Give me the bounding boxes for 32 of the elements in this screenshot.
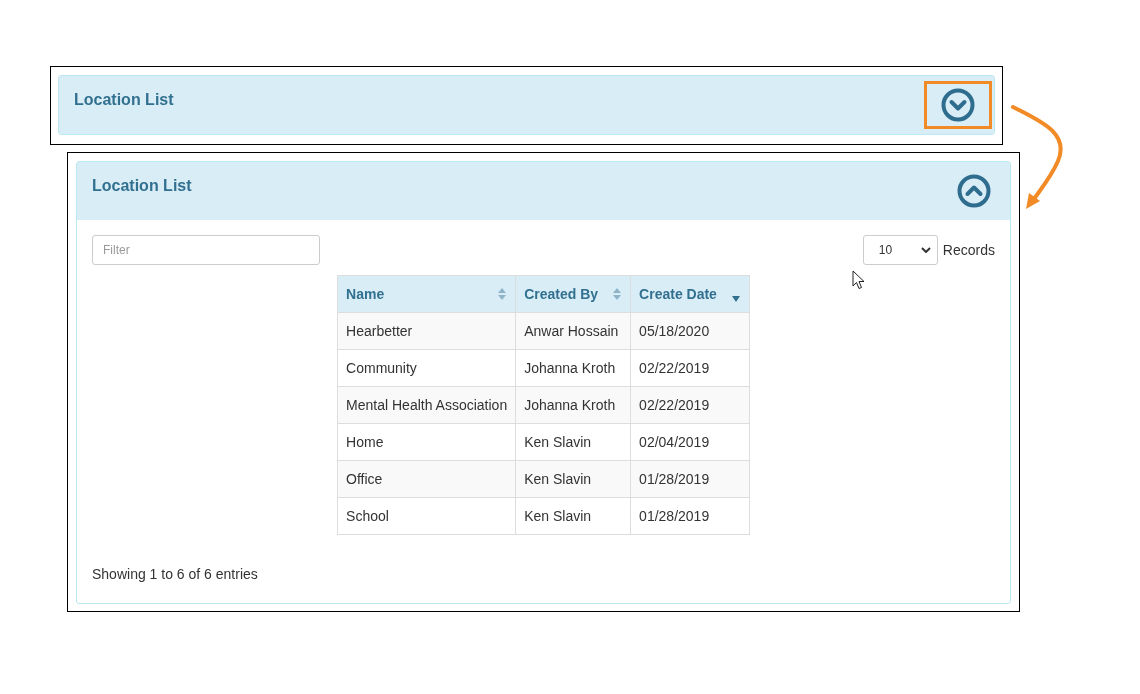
panel-title: Location List: [92, 176, 192, 196]
table-cell: Ken Slavin: [515, 497, 631, 535]
table-cell: Mental Health Association: [337, 386, 516, 424]
table-cell: Community: [337, 349, 516, 387]
table-cell: Anwar Hossain: [515, 312, 631, 350]
column-header[interactable]: Create Date: [630, 275, 750, 313]
page-size-select[interactable]: 10: [862, 235, 938, 265]
table-cell: 05/18/2020: [630, 312, 750, 350]
expand-button[interactable]: [924, 81, 992, 129]
table-cell: Home: [337, 423, 516, 461]
column-header[interactable]: Name: [337, 275, 516, 313]
records-label: Records: [942, 240, 995, 260]
filter-field[interactable]: Filter: [92, 235, 320, 265]
table-cell: Office: [337, 460, 516, 498]
table-cell: Ken Slavin: [515, 423, 631, 461]
table-cell: Johanna Kroth: [515, 349, 631, 387]
table-cell: Ken Slavin: [515, 460, 631, 498]
table-cell: 02/04/2019: [630, 423, 750, 461]
column-header[interactable]: Created By: [515, 275, 631, 313]
table-cell: 02/22/2019: [630, 386, 750, 424]
chevron-down-circle-icon: [941, 88, 975, 122]
table-cell: Johanna Kroth: [515, 386, 631, 424]
chevron-up-circle-icon: [957, 174, 991, 208]
table-cell: Hearbetter: [337, 312, 516, 350]
table-cell: 01/28/2019: [630, 460, 750, 498]
mouse-cursor-icon: [852, 270, 865, 290]
panel-title: Location List: [74, 90, 174, 110]
caret-icon: [920, 247, 931, 253]
entries-info: Showing 1 to 6 of 6 entries: [92, 565, 259, 584]
table-cell: 01/28/2019: [630, 497, 750, 535]
table-cell: 02/22/2019: [630, 349, 750, 387]
table-cell: School: [337, 497, 516, 535]
